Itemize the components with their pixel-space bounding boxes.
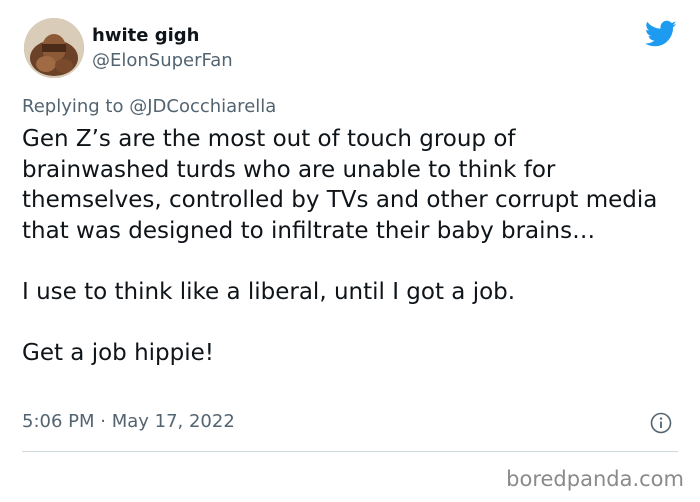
tweet-paragraph: I use to think like a liberal, until I g… (22, 278, 516, 305)
tweet-paragraph: Gen Z’s are the most out of touch group … (22, 126, 658, 244)
twitter-bird-icon (645, 20, 677, 47)
tweet-paragraph: Get a job hippie! (22, 339, 215, 366)
tweet-card: hwite gigh @ElonSuperFan Replying to @JD… (0, 0, 700, 502)
divider (22, 451, 678, 452)
display-name[interactable]: hwite gigh (92, 25, 199, 47)
replying-to-label[interactable]: Replying to @JDCocchiarella (22, 96, 276, 118)
tweet-body: Gen Z’s are the most out of touch group … (22, 124, 662, 368)
info-icon[interactable] (650, 412, 672, 434)
tweet-timestamp[interactable]: 5:06 PM · May 17, 2022 (22, 410, 235, 434)
user-handle[interactable]: @ElonSuperFan (92, 50, 233, 72)
avatar-image (24, 18, 84, 78)
avatar[interactable] (24, 18, 84, 78)
watermark: boredpanda.com (506, 467, 684, 491)
